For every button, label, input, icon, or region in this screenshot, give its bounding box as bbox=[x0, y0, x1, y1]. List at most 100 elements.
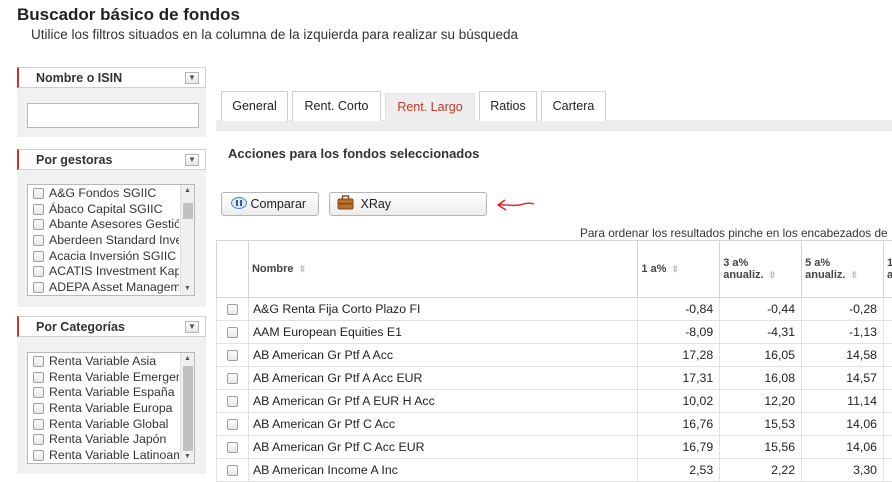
scroll-up-icon[interactable]: ▲ bbox=[181, 353, 194, 365]
column-header-nombre[interactable]: Nombre ⇳ bbox=[248, 241, 637, 298]
column-header-extra[interactable]: 1 a bbox=[884, 241, 892, 298]
fund-name-cell[interactable]: AB American Gr Ptf A Acc EUR bbox=[248, 367, 637, 390]
row-checkbox[interactable] bbox=[227, 373, 238, 384]
row-checkbox[interactable] bbox=[227, 465, 238, 476]
row-checkbox[interactable] bbox=[227, 327, 238, 338]
tab-rent-largo[interactable]: Rent. Largo bbox=[385, 93, 475, 121]
return-1y-cell: 2,53 bbox=[638, 459, 720, 482]
return-5y-cell: 14,06 bbox=[802, 413, 884, 436]
checkbox[interactable] bbox=[33, 282, 44, 293]
list-item[interactable]: Ábaco Capital SGIIC bbox=[28, 202, 194, 218]
list-item[interactable]: Acacia Inversión SGIIC bbox=[28, 249, 194, 265]
return-3y-cell: 12,20 bbox=[720, 390, 802, 413]
categoria-item-label: Renta Variable Emergen bbox=[49, 370, 179, 386]
checkbox[interactable] bbox=[33, 434, 44, 445]
scroll-down-icon[interactable]: ▼ bbox=[181, 283, 194, 295]
scroll-down-icon[interactable]: ▼ bbox=[181, 451, 194, 463]
row-select-cell bbox=[217, 436, 249, 459]
tab-cartera[interactable]: Cartera bbox=[541, 91, 606, 121]
gestoras-scrollbar[interactable]: ▲ ▼ bbox=[180, 185, 194, 295]
list-item[interactable]: ACATIS Investment Kap bbox=[28, 264, 194, 280]
fund-name-cell[interactable]: AAM European Equities E1 bbox=[248, 321, 637, 344]
compare-button[interactable]: Comparar bbox=[221, 192, 319, 216]
list-item[interactable]: Renta Variable Japón bbox=[28, 432, 194, 448]
chevron-down-icon[interactable]: ▼ bbox=[185, 72, 199, 84]
filter-name-isin-header[interactable]: Nombre o ISIN ▼ bbox=[17, 67, 206, 88]
table-header-row: Nombre ⇳ 1 a% ⇳ 3 a% anualiz. ⇳ 5 a% anu… bbox=[217, 241, 892, 298]
list-item[interactable]: Aberdeen Standard Inve bbox=[28, 233, 194, 249]
column-header-3y[interactable]: 3 a% anualiz. ⇳ bbox=[720, 241, 802, 298]
categoria-item-label: Renta Variable Latinoam bbox=[49, 448, 179, 464]
list-item[interactable]: ADEPA Asset Managem bbox=[28, 280, 194, 296]
filter-categorias-header[interactable]: Por Categorías ▼ bbox=[17, 316, 206, 337]
extra-cell bbox=[884, 413, 892, 436]
fund-name-cell[interactable]: AB American Gr Ptf A EUR H Acc bbox=[248, 390, 637, 413]
return-1y-cell: 16,76 bbox=[638, 413, 720, 436]
categorias-list[interactable]: Renta Variable AsiaRenta Variable Emerge… bbox=[27, 352, 195, 464]
column-header-5y[interactable]: 5 a% anualiz. ⇳ bbox=[802, 241, 884, 298]
categorias-scrollbar[interactable]: ▲ ▼ bbox=[180, 353, 194, 463]
scroll-up-icon[interactable]: ▲ bbox=[181, 185, 194, 197]
checkbox[interactable] bbox=[33, 235, 44, 246]
return-3y-cell: 16,08 bbox=[720, 367, 802, 390]
sort-icon[interactable]: ⇳ bbox=[769, 270, 777, 280]
row-select-cell bbox=[217, 459, 249, 482]
row-checkbox[interactable] bbox=[227, 396, 238, 407]
row-checkbox[interactable] bbox=[227, 442, 238, 453]
sort-icon[interactable]: ⇳ bbox=[851, 270, 859, 280]
xray-button[interactable]: XRay bbox=[329, 192, 487, 216]
scroll-thumb[interactable] bbox=[183, 366, 193, 451]
name-isin-input[interactable] bbox=[27, 103, 199, 128]
return-5y-cell: -0,28 bbox=[802, 298, 884, 321]
list-item[interactable]: Renta Variable Emergen bbox=[28, 370, 194, 386]
fund-name-cell[interactable]: AB American Income A Inc bbox=[248, 459, 637, 482]
column-header-1y[interactable]: 1 a% ⇳ bbox=[638, 241, 720, 298]
return-5y-cell: 14,06 bbox=[802, 436, 884, 459]
checkbox[interactable] bbox=[33, 450, 44, 461]
checkbox[interactable] bbox=[33, 251, 44, 262]
column-header-extra-line1: 1 bbox=[887, 257, 892, 269]
checkbox[interactable] bbox=[33, 403, 44, 414]
categoria-item-label: Renta Variable Asia bbox=[49, 354, 179, 370]
return-1y-cell: 16,79 bbox=[638, 436, 720, 459]
checkbox[interactable] bbox=[33, 266, 44, 277]
checkbox[interactable] bbox=[33, 372, 44, 383]
list-item[interactable]: Renta Variable Europa bbox=[28, 401, 194, 417]
row-checkbox[interactable] bbox=[227, 304, 238, 315]
list-item[interactable]: Renta Variable Latinoam bbox=[28, 448, 194, 464]
row-checkbox[interactable] bbox=[227, 419, 238, 430]
list-item[interactable]: Abante Asesores Gestió bbox=[28, 217, 194, 233]
chevron-down-icon[interactable]: ▼ bbox=[185, 321, 199, 333]
checkbox[interactable] bbox=[33, 204, 44, 215]
list-item[interactable]: Renta Variable Asia bbox=[28, 354, 194, 370]
tab-general[interactable]: General bbox=[221, 91, 288, 121]
section-title: Acciones para los fondos seleccionados bbox=[228, 146, 479, 161]
gestoras-list[interactable]: A&G Fondos SGIICÁbaco Capital SGIICAbant… bbox=[27, 184, 195, 296]
checkbox[interactable] bbox=[33, 356, 44, 367]
tab-rent-corto[interactable]: Rent. Corto bbox=[292, 91, 381, 121]
checkbox[interactable] bbox=[33, 387, 44, 398]
fund-name-cell[interactable]: A&G Renta Fija Corto Plazo FI bbox=[248, 298, 637, 321]
tab-ratios[interactable]: Ratios bbox=[479, 91, 537, 121]
return-5y-cell: 3,30 bbox=[802, 459, 884, 482]
sort-icon[interactable]: ⇳ bbox=[671, 264, 679, 274]
table-row: AB American Gr Ptf A Acc EUR17,3116,0814… bbox=[217, 367, 892, 390]
select-all-header bbox=[217, 241, 249, 298]
checkbox[interactable] bbox=[33, 219, 44, 230]
sort-icon[interactable]: ⇳ bbox=[299, 264, 307, 274]
fund-name-cell[interactable]: AB American Gr Ptf C Acc bbox=[248, 413, 637, 436]
fund-name-cell[interactable]: AB American Gr Ptf A Acc bbox=[248, 344, 637, 367]
chevron-down-icon[interactable]: ▼ bbox=[185, 154, 199, 166]
scroll-thumb[interactable] bbox=[183, 203, 193, 219]
filter-name-isin-label: Nombre o ISIN bbox=[36, 71, 122, 85]
list-item[interactable]: A&G Fondos SGIIC bbox=[28, 186, 194, 202]
list-item[interactable]: Renta Variable Global bbox=[28, 417, 194, 433]
list-item[interactable]: Renta Variable España bbox=[28, 385, 194, 401]
checkbox[interactable] bbox=[33, 188, 44, 199]
row-checkbox[interactable] bbox=[227, 350, 238, 361]
tab-bar bbox=[216, 120, 892, 131]
checkbox[interactable] bbox=[33, 419, 44, 430]
row-select-cell bbox=[217, 344, 249, 367]
filter-gestoras-header[interactable]: Por gestoras ▼ bbox=[17, 149, 206, 170]
fund-name-cell[interactable]: AB American Gr Ptf C Acc EUR bbox=[248, 436, 637, 459]
